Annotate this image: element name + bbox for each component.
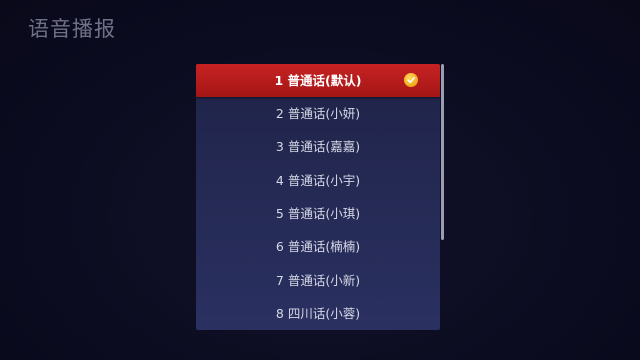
voice-item-7[interactable]: 7 普通话(小新): [196, 264, 440, 297]
check-circle-icon: [404, 73, 418, 87]
voice-item-label: 5 普通话(小琪): [275, 206, 361, 221]
voice-item-2[interactable]: 2 普通话(小妍): [196, 97, 440, 130]
voice-item-4[interactable]: 4 普通话(小宇): [196, 164, 440, 197]
voice-item-label: 2 普通话(小妍): [275, 106, 361, 121]
voice-item-label: 8 四川话(小蓉): [275, 306, 361, 321]
voice-item-label: 7 普通话(小新): [275, 273, 361, 288]
voice-list: 1 普通话(默认) 2 普通话(小妍) 3 普通话(嘉嘉) 4 普通话(小宇) …: [196, 64, 440, 330]
page-title: 语音播报: [28, 17, 116, 41]
voice-item-label: 3 普通话(嘉嘉): [275, 139, 361, 154]
voice-item-1[interactable]: 1 普通话(默认): [196, 64, 440, 97]
voice-item-3[interactable]: 3 普通话(嘉嘉): [196, 130, 440, 163]
voice-item-label: 6 普通话(楠楠): [275, 239, 361, 254]
voice-item-label: 1 普通话(默认): [274, 73, 362, 88]
voice-item-label: 4 普通话(小宇): [275, 173, 361, 188]
voice-broadcast-screen: 语音播报 1 普通话(默认) 2 普通话(小妍) 3 普通话(嘉嘉) 4 普通话…: [0, 0, 640, 360]
voice-item-6[interactable]: 6 普通话(楠楠): [196, 230, 440, 263]
voice-item-8[interactable]: 8 四川话(小蓉): [196, 297, 440, 330]
list-scrollbar[interactable]: [441, 64, 444, 240]
voice-item-5[interactable]: 5 普通话(小琪): [196, 197, 440, 230]
